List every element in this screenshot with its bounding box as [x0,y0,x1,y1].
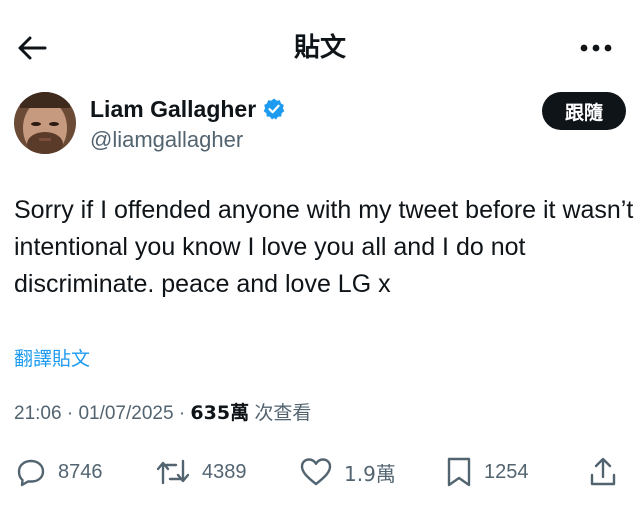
tweet-meta: 21:06 · 01/07/2025 · 635萬 次查看 [14,399,311,428]
display-name[interactable]: Liam Gallagher [90,94,256,124]
tweet-date[interactable]: 01/07/2025 [78,403,173,424]
views-count[interactable]: 635萬 [190,402,249,424]
page-title: 貼文 [293,33,346,63]
views-label: 次查看 [254,402,312,424]
like-count: 1.9萬 [344,461,396,486]
bookmark-count: 1254 [484,460,529,483]
repost-icon [156,459,190,485]
bookmark-icon [447,457,471,487]
action-bar: 8746 4389 1.9萬 1254 [0,446,640,498]
user-handle[interactable]: @liamgallagher [90,126,243,154]
verified-badge-icon [263,98,285,120]
reply-count: 8746 [58,460,103,483]
share-icon [590,457,616,486]
follow-button[interactable]: 跟隨 [542,92,626,130]
translate-post-link[interactable]: 翻譯貼文 [14,346,90,372]
like-button[interactable]: 1.9萬 [300,454,396,490]
tweet-time[interactable]: 21:06 [14,403,62,424]
more-horizontal-icon [580,44,612,52]
heart-icon [300,458,332,486]
meta-separator: · [178,403,186,424]
more-options-button[interactable] [578,34,614,62]
reply-button[interactable]: 8746 [16,454,103,490]
author-row: Liam Gallagher @liamgallagher 跟隨 [14,92,626,158]
top-bar: 貼文 [0,0,640,92]
bookmark-button[interactable]: 1254 [446,454,529,490]
avatar-image [14,92,76,154]
avatar[interactable] [14,92,76,154]
repost-button[interactable]: 4389 [156,454,247,490]
share-button[interactable] [588,454,618,490]
reply-icon [17,459,45,487]
tweet-text: Sorry if I offended anyone with my tweet… [14,196,634,298]
repost-count: 4389 [202,460,247,483]
meta-separator: · [66,403,74,424]
